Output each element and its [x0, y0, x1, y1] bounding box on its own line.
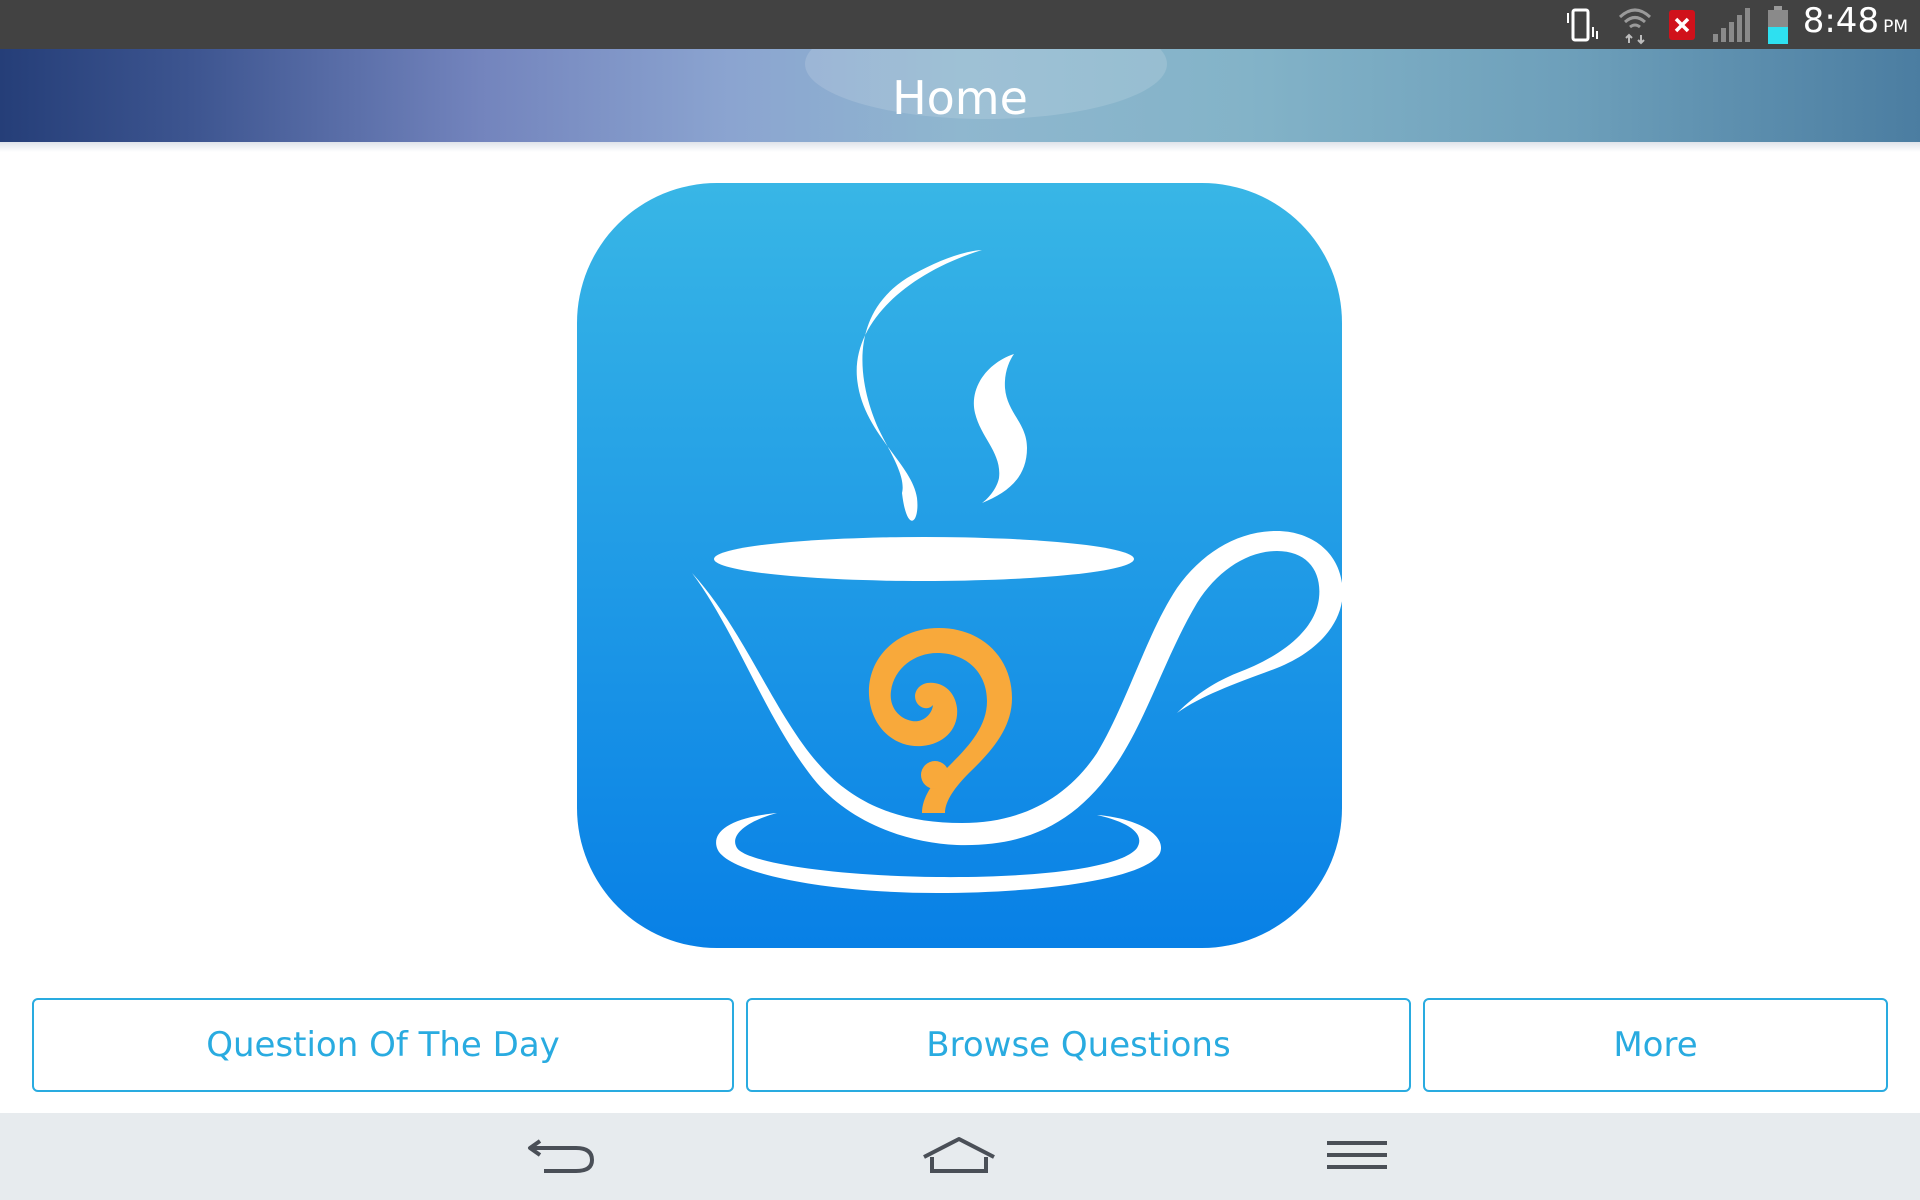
clock: 8:48 PM [1803, 0, 1908, 52]
more-button[interactable]: More [1423, 998, 1888, 1092]
wifi-icon [1617, 5, 1653, 45]
vibrate-icon [1563, 7, 1603, 43]
clock-time: 8:48 [1802, 1, 1880, 41]
menu-icon [1325, 1137, 1389, 1177]
action-bar: Home [0, 49, 1920, 142]
status-bar: 8:48 PM [0, 0, 1920, 49]
browse-questions-button[interactable]: Browse Questions [746, 998, 1411, 1092]
menu-button[interactable] [1287, 1113, 1427, 1200]
navigation-bar [0, 1113, 1920, 1200]
cup-rim [714, 537, 1134, 581]
battery-icon [1767, 5, 1789, 45]
question-of-the-day-button[interactable]: Question Of The Day [32, 998, 734, 1092]
coffee-cup-question-logo [577, 183, 1343, 948]
action-bar-shadow [0, 142, 1920, 152]
clock-ampm: PM [1883, 17, 1908, 37]
back-icon [526, 1135, 598, 1179]
error-notification-icon [1667, 7, 1697, 43]
status-icons: 8:48 PM [1549, 0, 1908, 49]
page-title: Home [892, 71, 1028, 125]
signal-icon [1711, 6, 1753, 44]
back-button[interactable] [492, 1113, 632, 1200]
home-icon [920, 1135, 998, 1179]
home-button[interactable] [889, 1113, 1029, 1200]
